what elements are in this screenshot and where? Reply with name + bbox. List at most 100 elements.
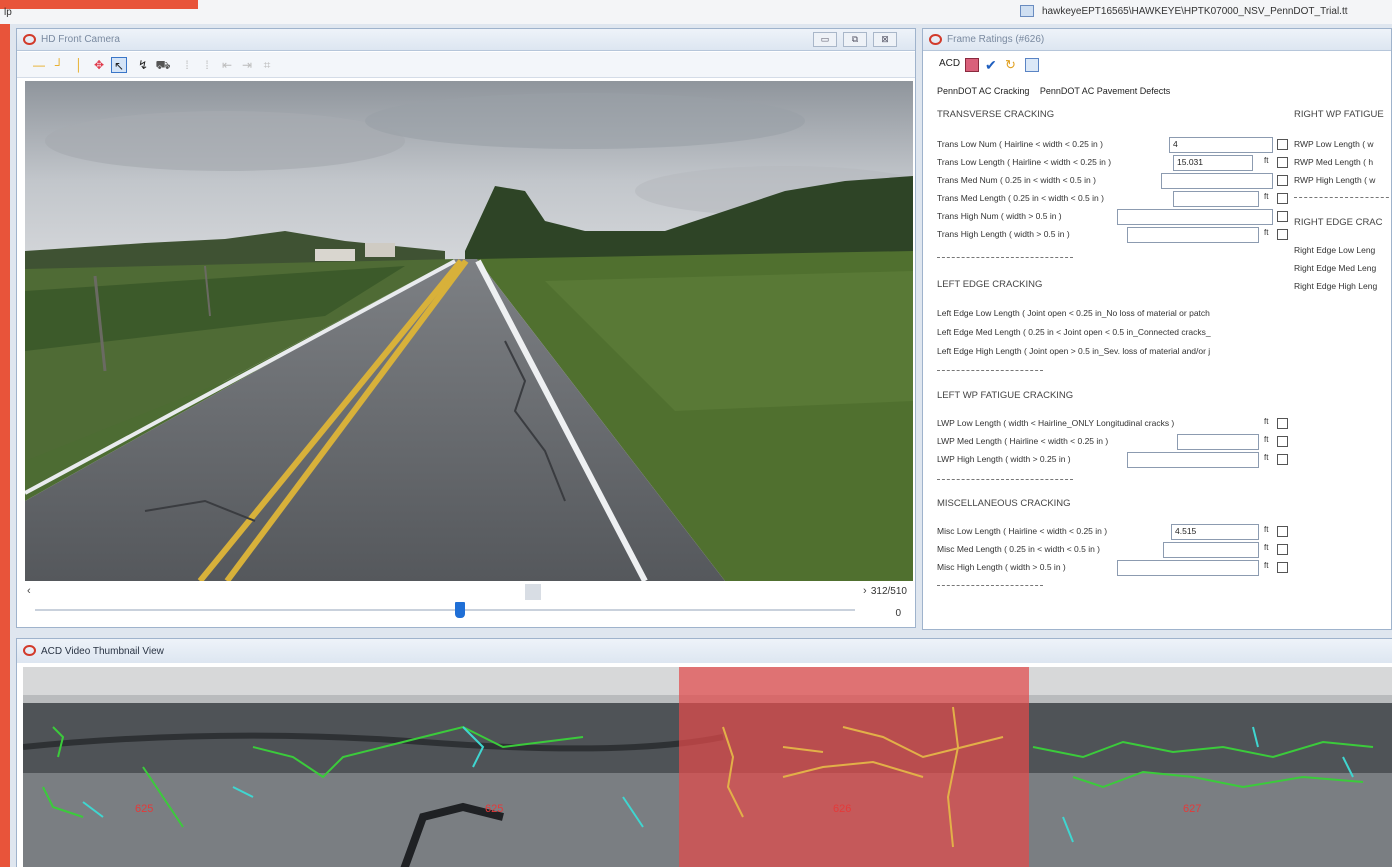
disabled-tool-icon[interactable]: ⁞ [199,57,215,73]
field-row: Trans Low Length ( Hairline < width < 0.… [937,155,1288,171]
field-unit: ft [1264,156,1269,165]
field-row: Trans Low Num ( Hairline < width < 0.25 … [937,137,1288,153]
field-row: Trans Med Length ( 0.25 in < width < 0.5… [937,191,1288,207]
scroll-thumb[interactable] [525,584,541,600]
field-unit: ft [1264,525,1269,534]
rating-subtabs: PennDOT AC Cracking PennDOT AC Pavement … [937,86,1178,96]
field-label: Left Edge High Length ( Joint open > 0.5… [937,346,1211,356]
field-input[interactable]: 4 [1169,137,1273,153]
document-icon[interactable] [1025,58,1039,72]
pavement-thumbnail-strip[interactable]: 625 625 626 627 [23,667,1392,867]
section-heading-left-wp: LEFT WP FATIGUE CRACKING [937,390,1074,401]
tab-ac-pavement-defects[interactable]: PennDOT AC Pavement Defects [1040,86,1170,96]
workspace: HD Front Camera ▭ ⧉ ⊠ — ┘ │ ✥ ↖ ↯ ⛟ ⁞ ⁞ … [10,24,1392,867]
minimize-button[interactable]: ▭ [813,32,837,47]
vertical-tool-icon[interactable]: │ [71,57,87,73]
panel-title-bar: HD Front Camera ▭ ⧉ ⊠ [17,29,915,51]
field-row: LWP Low Length ( width < Hairline_ONLY L… [937,416,1288,432]
corner-tool-icon[interactable]: ┘ [51,57,67,73]
field-input[interactable]: 15.031 [1173,155,1253,171]
field-label: RWP Med Length ( h [1294,157,1374,167]
slider-value: 0 [895,608,901,619]
disabled-tool-icon[interactable]: ⁞ [179,57,195,73]
field-input[interactable] [1127,452,1259,468]
section-divider [937,585,1043,586]
frame-label: 627 [1183,803,1202,815]
grid-icon[interactable] [965,58,979,72]
horizontal-scrollbar[interactable]: ‹ › [25,583,913,601]
field-row: Trans High Length ( width > 0.5 in ) ft [937,227,1288,243]
crosshair-tool-icon[interactable]: ✥ [91,57,107,73]
field-input[interactable] [1177,434,1259,450]
field-input[interactable]: 4.515 [1171,524,1259,540]
section-divider [937,370,1043,371]
field-input[interactable] [1117,560,1259,576]
field-label: LWP Low Length ( width < Hairline_ONLY L… [937,418,1175,428]
field-row: Misc Med Length ( 0.25 in < width < 0.5 … [937,542,1288,558]
field-label: LWP High Length ( width > 0.25 in ) [937,454,1071,464]
frame-slider-thumb[interactable] [455,602,465,618]
field-row: Misc Low Length ( Hairline < width < 0.2… [937,524,1288,540]
field-checkbox[interactable] [1277,229,1288,240]
panel-title: HD Front Camera [41,34,120,45]
field-unit: ft [1264,453,1269,462]
field-row: Left Edge Med Length ( 0.25 in < Joint o… [937,325,1287,341]
section-divider [937,257,1073,258]
scroll-right-arrow[interactable]: › [863,585,867,597]
road-scene [25,81,913,581]
acd-button[interactable]: ACD [939,58,960,69]
frame-ratings-panel: Frame Ratings (#626) ACD ✔ ↻ PennDOT AC … [922,28,1392,630]
field-input[interactable] [1173,191,1259,207]
field-label: Trans Med Length ( 0.25 in < width < 0.5… [937,193,1104,203]
field-checkbox[interactable] [1277,418,1288,429]
pointer-tool-icon[interactable]: ↖ [111,57,127,73]
field-input[interactable] [1127,227,1259,243]
pavement-crack-map [23,667,1392,867]
disabled-tool-icon[interactable]: ⇤ [219,57,235,73]
field-input[interactable] [1161,173,1273,189]
field-label: Left Edge Low Length ( Joint open < 0.25… [937,308,1210,318]
field-unit: ft [1264,192,1269,201]
field-label: Trans Med Num ( 0.25 in < width < 0.5 in… [937,175,1096,185]
field-checkbox[interactable] [1277,139,1288,150]
section-divider [1294,197,1391,198]
measure-tool-icon[interactable]: ↯ [135,57,151,73]
field-checkbox[interactable] [1277,454,1288,465]
field-checkbox[interactable] [1277,436,1288,447]
line-tool-icon[interactable]: — [31,57,47,73]
refresh-icon[interactable]: ↻ [1005,58,1019,72]
tab-ac-cracking[interactable]: PennDOT AC Cracking [937,86,1029,96]
disabled-tool-icon[interactable]: ⇥ [239,57,255,73]
video-toolbar: — ┘ │ ✥ ↖ ↯ ⛟ ⁞ ⁞ ⇤ ⇥ ⌗ [17,52,915,78]
field-checkbox[interactable] [1277,562,1288,573]
field-checkbox[interactable] [1277,544,1288,555]
scroll-left-arrow[interactable]: ‹ [27,585,31,597]
restore-button[interactable]: ⧉ [843,32,867,47]
field-row: Trans Med Num ( 0.25 in < width < 0.5 in… [937,173,1288,189]
app-logo-icon [23,34,36,45]
field-checkbox[interactable] [1277,211,1288,222]
section-divider [937,479,1073,480]
menu-help[interactable]: lp [4,7,12,18]
field-checkbox[interactable] [1277,193,1288,204]
disabled-tool-icon[interactable]: ⌗ [259,57,275,73]
frame-slider-track[interactable] [35,609,855,611]
field-label: Misc Med Length ( 0.25 in < width < 0.5 … [937,544,1101,554]
close-button[interactable]: ⊠ [873,32,897,47]
field-label: Misc Low Length ( Hairline < width < 0.2… [937,526,1108,536]
field-unit: ft [1264,417,1269,426]
section-heading-transverse: TRANSVERSE CRACKING [937,109,1055,120]
section-heading-right-edge: RIGHT EDGE CRAC [1294,217,1383,228]
field-checkbox[interactable] [1277,157,1288,168]
field-checkbox[interactable] [1277,526,1288,537]
check-icon[interactable]: ✔ [985,58,999,72]
acd-thumbnail-panel: ACD Video Thumbnail View 625 625 626 627 [16,638,1392,867]
field-label: Trans High Length ( width > 0.5 in ) [937,229,1070,239]
road-video-frame[interactable] [25,81,913,581]
field-input[interactable] [1117,209,1273,225]
section-heading-right-wp: RIGHT WP FATIGUE [1294,109,1384,120]
app-logo-icon [23,645,36,656]
field-input[interactable] [1163,542,1259,558]
field-checkbox[interactable] [1277,175,1288,186]
vehicle-tool-icon[interactable]: ⛟ [155,57,171,73]
